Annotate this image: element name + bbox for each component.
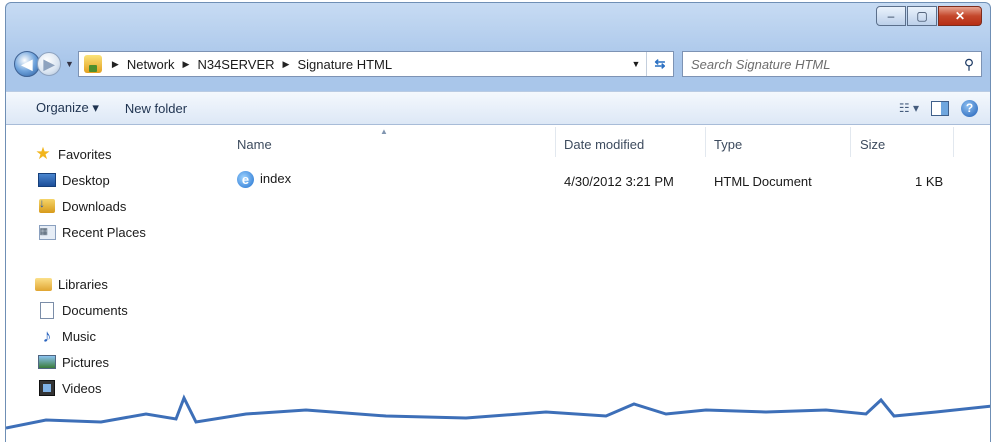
new-folder-button[interactable]: New folder	[112, 92, 200, 124]
address-actions: ▼ ⇆	[626, 52, 673, 76]
downloads-icon	[39, 196, 55, 213]
chevron-right-icon: ▶	[111, 58, 119, 69]
sidebar-item-label: Music	[62, 328, 96, 344]
back-arrow-icon: ◀	[21, 55, 33, 72]
favorites-header[interactable]: ★ Favorites	[34, 141, 146, 167]
preview-pane-icon[interactable]	[931, 100, 949, 116]
recent-places-icon: ▦	[38, 224, 56, 240]
breadcrumb-label: N34SERVER	[197, 56, 275, 72]
desktop-icon	[38, 173, 56, 187]
refresh-button[interactable]: ⇆	[646, 52, 673, 76]
favorites-group: ★ Favorites Desktop Downloads ▦ Recent P…	[34, 141, 146, 245]
address-bar[interactable]: ▶ Network ▶ N34SERVER ▶ Signature HTML ▼ ⇆	[77, 51, 674, 77]
column-header-size[interactable]: Size	[860, 137, 885, 152]
search-icon[interactable]: ⚲	[957, 56, 981, 73]
breadcrumb-label: Signature HTML	[297, 56, 393, 72]
sidebar-item-music[interactable]: ♪ Music	[34, 323, 128, 349]
minimize-button[interactable]: –	[876, 6, 906, 26]
close-button[interactable]: ✕	[938, 6, 982, 26]
address-dropdown-icon[interactable]: ▼	[626, 59, 646, 69]
back-forward-group: ◀ ▶ ▼	[14, 51, 78, 77]
forward-arrow-icon: ▶	[43, 55, 55, 72]
toolbar-right: ☷ ▾ ?	[899, 99, 990, 117]
breadcrumb-item-folder[interactable]: ▶ Signature HTML	[275, 57, 393, 72]
window-controls: – ▢ ✕	[876, 6, 982, 26]
breadcrumb-item-network[interactable]: ▶ Network	[108, 57, 175, 72]
sidebar-item-label: Documents	[62, 302, 128, 318]
main-area: ★ Favorites Desktop Downloads ▦ Recent P…	[6, 125, 990, 442]
internet-explorer-icon: e	[237, 171, 254, 189]
search-box: ⚲	[682, 51, 982, 77]
file-name: index	[260, 171, 292, 186]
sidebar-item-downloads[interactable]: Downloads	[34, 193, 146, 219]
navigation-bar: ◀ ▶ ▼ ▶ Network ▶ N34SERVER ▶ Signature HTM…	[14, 49, 982, 79]
favorites-star-icon: ★	[35, 144, 51, 163]
sidebar-item-label: Downloads	[62, 198, 127, 214]
sidebar-item-label: Recent Places	[62, 224, 146, 240]
command-bar: Organize ▾ New folder ☷ ▾ ?	[6, 91, 990, 125]
maximize-button[interactable]: ▢	[907, 6, 937, 26]
file-date-modified: 4/30/2012 3:21 PM	[564, 174, 674, 189]
explorer-window: – ▢ ✕ ◀ ▶ ▼ ▶ Network ▶ N34SERVER ▶ Signatu…	[5, 2, 991, 442]
network-folder-icon	[83, 55, 102, 73]
column-divider[interactable]	[850, 127, 851, 157]
column-divider[interactable]	[555, 127, 556, 157]
column-header-name[interactable]: Name	[237, 137, 272, 152]
column-header-type[interactable]: Type	[714, 137, 742, 152]
chevron-right-icon: ▶	[282, 58, 290, 69]
sidebar-item-documents[interactable]: Documents	[34, 297, 128, 323]
favorites-label: Favorites	[58, 146, 112, 162]
column-divider[interactable]	[953, 127, 954, 157]
breadcrumb-label: Network	[126, 56, 175, 72]
pictures-icon	[38, 355, 56, 369]
file-row-index[interactable]: e index 4/30/2012 3:21 PM HTML Document 1…	[224, 171, 990, 193]
search-input[interactable]	[683, 55, 957, 73]
file-name-cell: e index	[237, 171, 292, 189]
libraries-header[interactable]: Libraries	[34, 271, 128, 297]
refresh-icon: ⇆	[654, 56, 666, 71]
sidebar-item-pictures[interactable]: Pictures	[34, 349, 128, 375]
file-size: 1 KB	[915, 174, 944, 189]
sidebar-item-label: Pictures	[62, 354, 109, 370]
chevron-right-icon: ▶	[182, 58, 190, 69]
sort-ascending-icon: ▲	[380, 127, 388, 136]
music-icon: ♪	[42, 325, 52, 346]
libraries-icon	[34, 277, 52, 291]
libraries-label: Libraries	[58, 276, 108, 292]
column-header-date-modified[interactable]: Date modified	[564, 137, 644, 152]
torn-edge-decoration	[6, 394, 990, 442]
sidebar-item-desktop[interactable]: Desktop	[34, 167, 146, 193]
column-divider[interactable]	[705, 127, 706, 157]
sidebar-item-label: Desktop	[62, 172, 110, 188]
change-view-icon[interactable]: ☷ ▾	[899, 101, 919, 115]
forward-button[interactable]: ▶	[37, 52, 61, 76]
recent-pages-dropdown[interactable]: ▼	[65, 59, 74, 69]
organize-button[interactable]: Organize ▾	[6, 92, 112, 124]
sidebar-item-recent-places[interactable]: ▦ Recent Places	[34, 219, 146, 245]
file-type: HTML Document	[714, 174, 812, 189]
column-headers: ▲ Name Date modified Type Size	[224, 125, 990, 157]
documents-icon	[40, 301, 54, 319]
libraries-group: Libraries Documents ♪ Music Pictures Vid…	[34, 271, 128, 401]
help-icon[interactable]: ?	[961, 99, 978, 117]
breadcrumb-item-server[interactable]: ▶ N34SERVER	[175, 57, 275, 72]
